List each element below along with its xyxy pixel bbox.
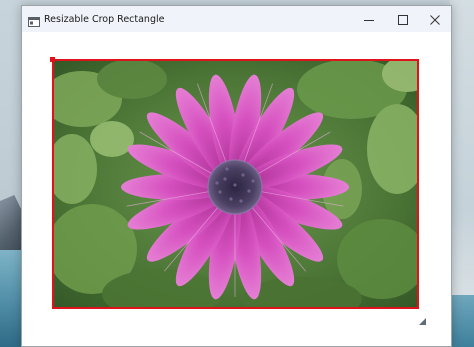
- maximize-icon: [398, 10, 408, 29]
- desktop-background-sea-right: [450, 295, 474, 347]
- title-bar[interactable]: Resizable Crop Rectangle: [22, 6, 451, 32]
- app-window: Resizable Crop Rectangle: [21, 5, 452, 347]
- window-icon: [28, 13, 40, 27]
- crop-top-left-handle[interactable]: [50, 57, 55, 62]
- crop-resize-handle[interactable]: [419, 310, 426, 325]
- close-icon: [430, 10, 440, 29]
- minimize-icon: [364, 10, 374, 29]
- close-button[interactable]: [418, 6, 452, 32]
- maximize-button[interactable]: [386, 6, 420, 32]
- minimize-button[interactable]: [352, 6, 386, 32]
- crop-rectangle[interactable]: [52, 59, 419, 309]
- client-area: [22, 32, 451, 346]
- window-title: Resizable Crop Rectangle: [44, 13, 165, 25]
